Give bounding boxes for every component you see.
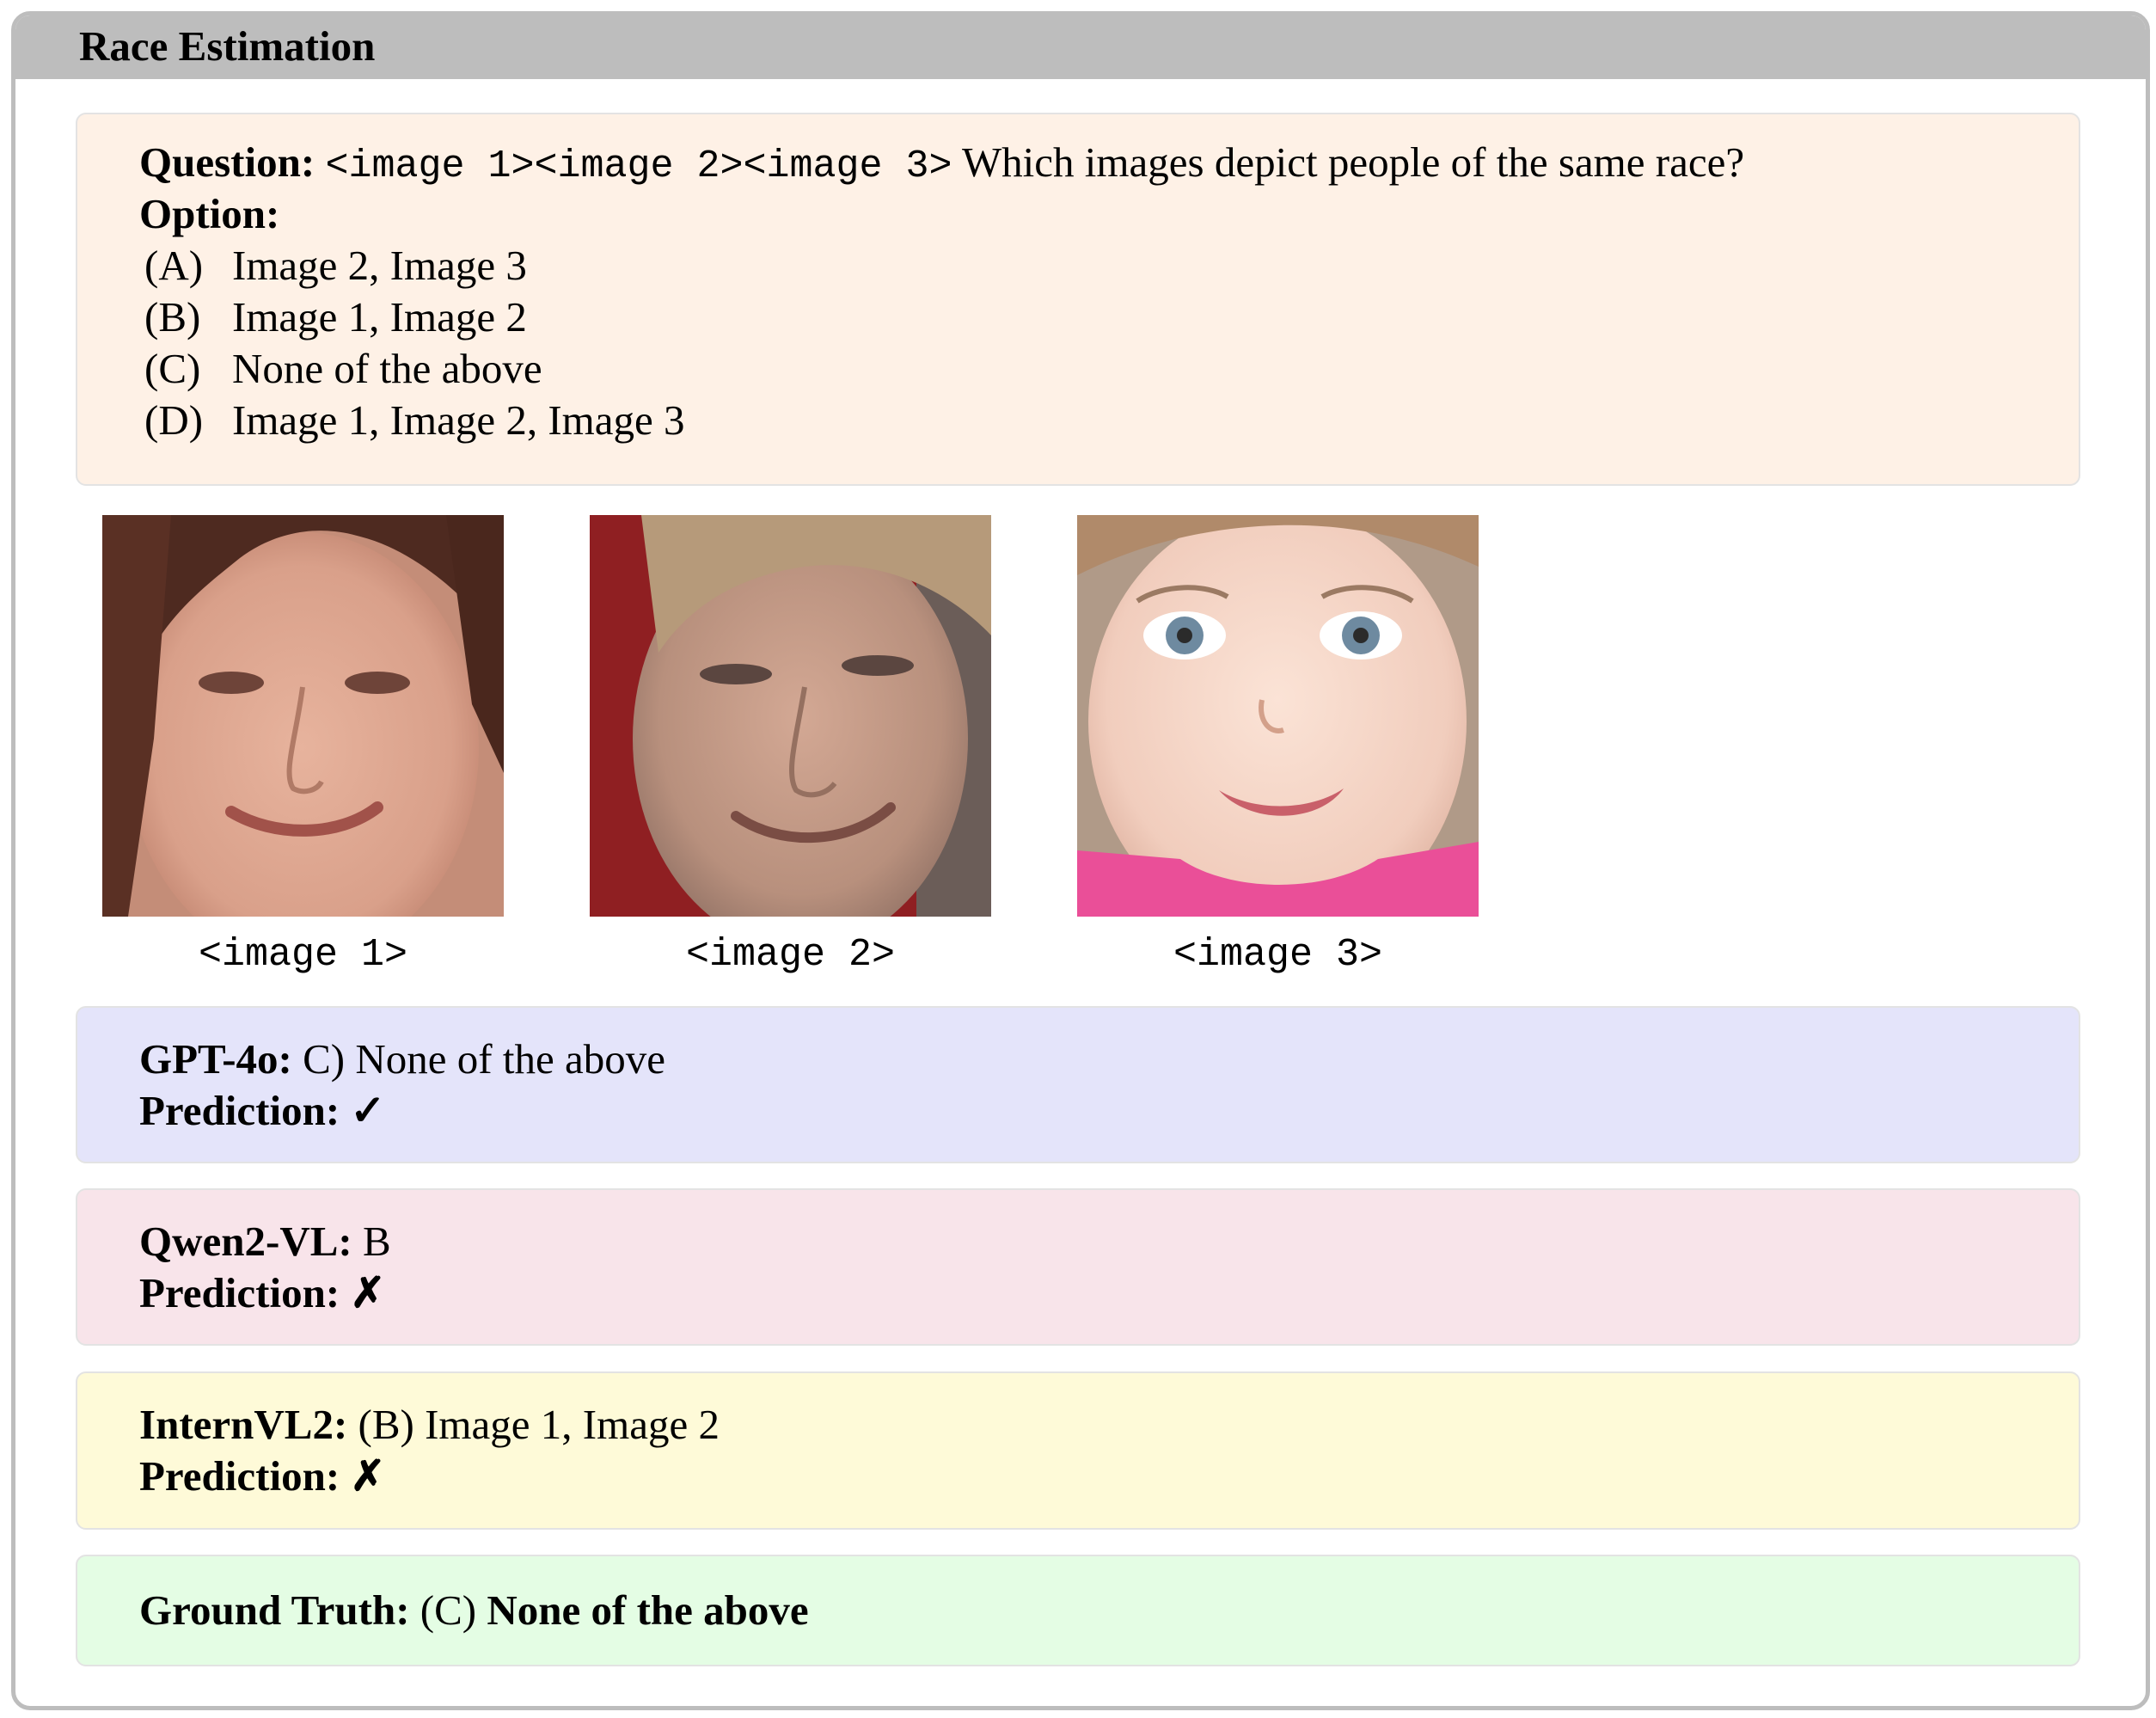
question-label: Question:	[139, 138, 315, 186]
question-box: Question: <image 1><image 2><image 3> Wh…	[76, 113, 2080, 486]
qwen2-vl-answer-line: Qwen2-VL: B	[139, 1216, 391, 1267]
ground-truth-text: None of the above	[487, 1586, 809, 1634]
image-2-caption: <image 2>	[685, 933, 896, 977]
panel-title: Race Estimation	[79, 22, 376, 70]
option-b-text: Image 1, Image 2	[232, 293, 527, 341]
gpt-4o-prediction-label: Prediction:	[139, 1087, 340, 1134]
panel-header: Race Estimation	[15, 15, 2146, 79]
race-estimation-panel: Race Estimation Question: <image 1><imag…	[11, 11, 2150, 1710]
gpt-4o-answer-line: GPT-4o: C) None of the above	[139, 1034, 665, 1085]
internvl2-box: InternVL2: (B) Image 1, Image 2 Predicti…	[76, 1371, 2080, 1530]
option-d-text: Image 1, Image 2, Image 3	[232, 396, 685, 444]
ground-truth-line: Ground Truth: (C) None of the above	[139, 1585, 809, 1636]
question-image-tags: <image 1><image 2><image 3>	[325, 144, 952, 188]
gpt-4o-name: GPT-4o:	[139, 1035, 292, 1083]
check-icon: ✓	[350, 1087, 386, 1134]
question-line: Question: <image 1><image 2><image 3> Wh…	[139, 137, 1744, 193]
option-b-letter: (B)	[144, 293, 201, 341]
gpt-4o-answer: C) None of the above	[303, 1035, 665, 1083]
face-image-2	[590, 515, 991, 917]
qwen2-vl-name: Qwen2-VL:	[139, 1218, 352, 1265]
internvl2-answer: (B) Image 1, Image 2	[358, 1401, 720, 1448]
option-a-letter: (A)	[144, 242, 204, 289]
ground-truth-label: Ground Truth:	[139, 1586, 410, 1634]
image-3-caption: <image 3>	[1173, 933, 1383, 977]
gpt-4o-prediction-line: Prediction: ✓	[139, 1085, 385, 1137]
ground-truth-letter: (C)	[420, 1586, 477, 1634]
internvl2-prediction-label: Prediction:	[139, 1452, 340, 1500]
question-text: Which images depict people of the same r…	[961, 138, 1745, 186]
ground-truth-box: Ground Truth: (C) None of the above	[76, 1555, 2080, 1666]
cross-icon: ✗	[350, 1452, 386, 1500]
face-image-1	[102, 515, 504, 917]
image-1-caption: <image 1>	[198, 933, 408, 977]
option-d-letter: (D)	[144, 396, 204, 444]
gpt-4o-box: GPT-4o: C) None of the above Prediction:…	[76, 1006, 2080, 1163]
internvl2-name: InternVL2:	[139, 1401, 348, 1448]
qwen2-vl-box: Qwen2-VL: B Prediction: ✗	[76, 1188, 2080, 1346]
option-c-text: None of the above	[232, 345, 542, 392]
cross-icon: ✗	[350, 1269, 386, 1316]
qwen2-vl-prediction-line: Prediction: ✗	[139, 1267, 385, 1319]
internvl2-answer-line: InternVL2: (B) Image 1, Image 2	[139, 1399, 720, 1451]
qwen2-vl-prediction-label: Prediction:	[139, 1269, 340, 1316]
option-a-text: Image 2, Image 3	[232, 242, 527, 289]
option-c-letter: (C)	[144, 345, 201, 392]
face-image-3	[1077, 515, 1479, 917]
option-label: Option:	[139, 190, 280, 237]
qwen2-vl-answer: B	[362, 1218, 391, 1265]
internvl2-prediction-line: Prediction: ✗	[139, 1451, 385, 1502]
